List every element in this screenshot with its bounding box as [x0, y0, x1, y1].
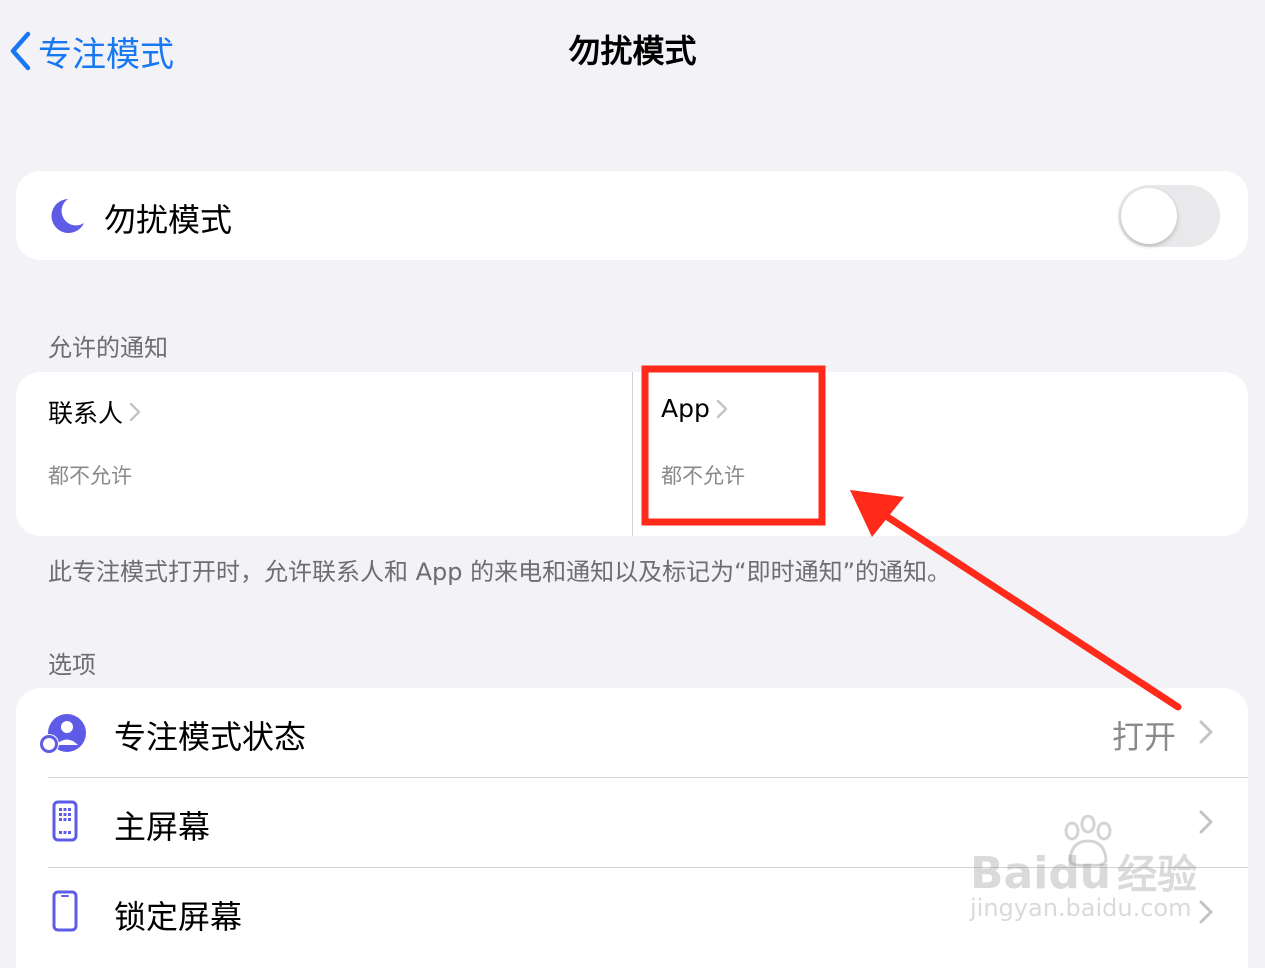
watermark-url: jingyan.baidu.com	[970, 894, 1192, 922]
lock-screen-label: 锁定屏幕	[114, 898, 243, 936]
focus-status-label: 专注模式状态	[114, 718, 307, 756]
apps-cell-subtitle: 都不允许	[661, 464, 745, 488]
page-title: 勿扰模式	[568, 32, 697, 70]
chevron-right-icon	[1199, 900, 1213, 924]
people-cell-subtitle: 都不允许	[48, 464, 132, 488]
dnd-switch[interactable]	[1118, 185, 1220, 247]
chevron-right-icon	[1199, 810, 1213, 834]
chevron-right-icon	[129, 402, 141, 422]
dnd-toggle-card: 勿扰模式	[16, 171, 1248, 260]
watermark-brand-cn: 经验	[1117, 852, 1198, 898]
moon-icon	[51, 199, 84, 233]
options-header: 选项	[48, 651, 96, 679]
lock-screen-icon	[52, 890, 78, 932]
allowed-apps-cell[interactable]: App 都不允许	[633, 372, 1248, 536]
chevron-right-icon	[716, 399, 728, 418]
watermark-brand-bai: Bai	[970, 848, 1049, 899]
allowed-footnote: 此专注模式打开时，允许联系人和 App 的来电和通知以及标记为“即时通知”的通知…	[48, 558, 952, 586]
allowed-people-cell[interactable]: 联系人 都不允许	[16, 372, 632, 536]
people-cell-title-row: 联系人	[48, 394, 141, 430]
options-row-focus-status[interactable]: 专注模式状态 打开	[16, 688, 1248, 777]
apps-cell-title: App	[661, 394, 710, 423]
focus-status-value: 打开	[1111, 718, 1176, 756]
chevron-right-icon	[1199, 720, 1213, 744]
annotation-arrow-shaft	[876, 508, 1182, 711]
allowed-notifications-header: 允许的通知	[48, 334, 168, 362]
home-screen-icon	[52, 800, 78, 842]
people-cell-title: 联系人	[48, 399, 124, 428]
allowed-notifications-card: 联系人 都不允许 App 都不允许	[16, 372, 1248, 536]
switch-knob	[1121, 188, 1177, 244]
watermark-brand: Baidu 经验	[970, 842, 1197, 900]
watermark-brand-du: du	[1048, 848, 1112, 899]
focus-status-icon	[39, 714, 86, 754]
home-screen-label: 主屏幕	[114, 808, 211, 846]
apps-cell-title-row: App	[661, 394, 728, 423]
dnd-row-label: 勿扰模式	[104, 201, 233, 239]
